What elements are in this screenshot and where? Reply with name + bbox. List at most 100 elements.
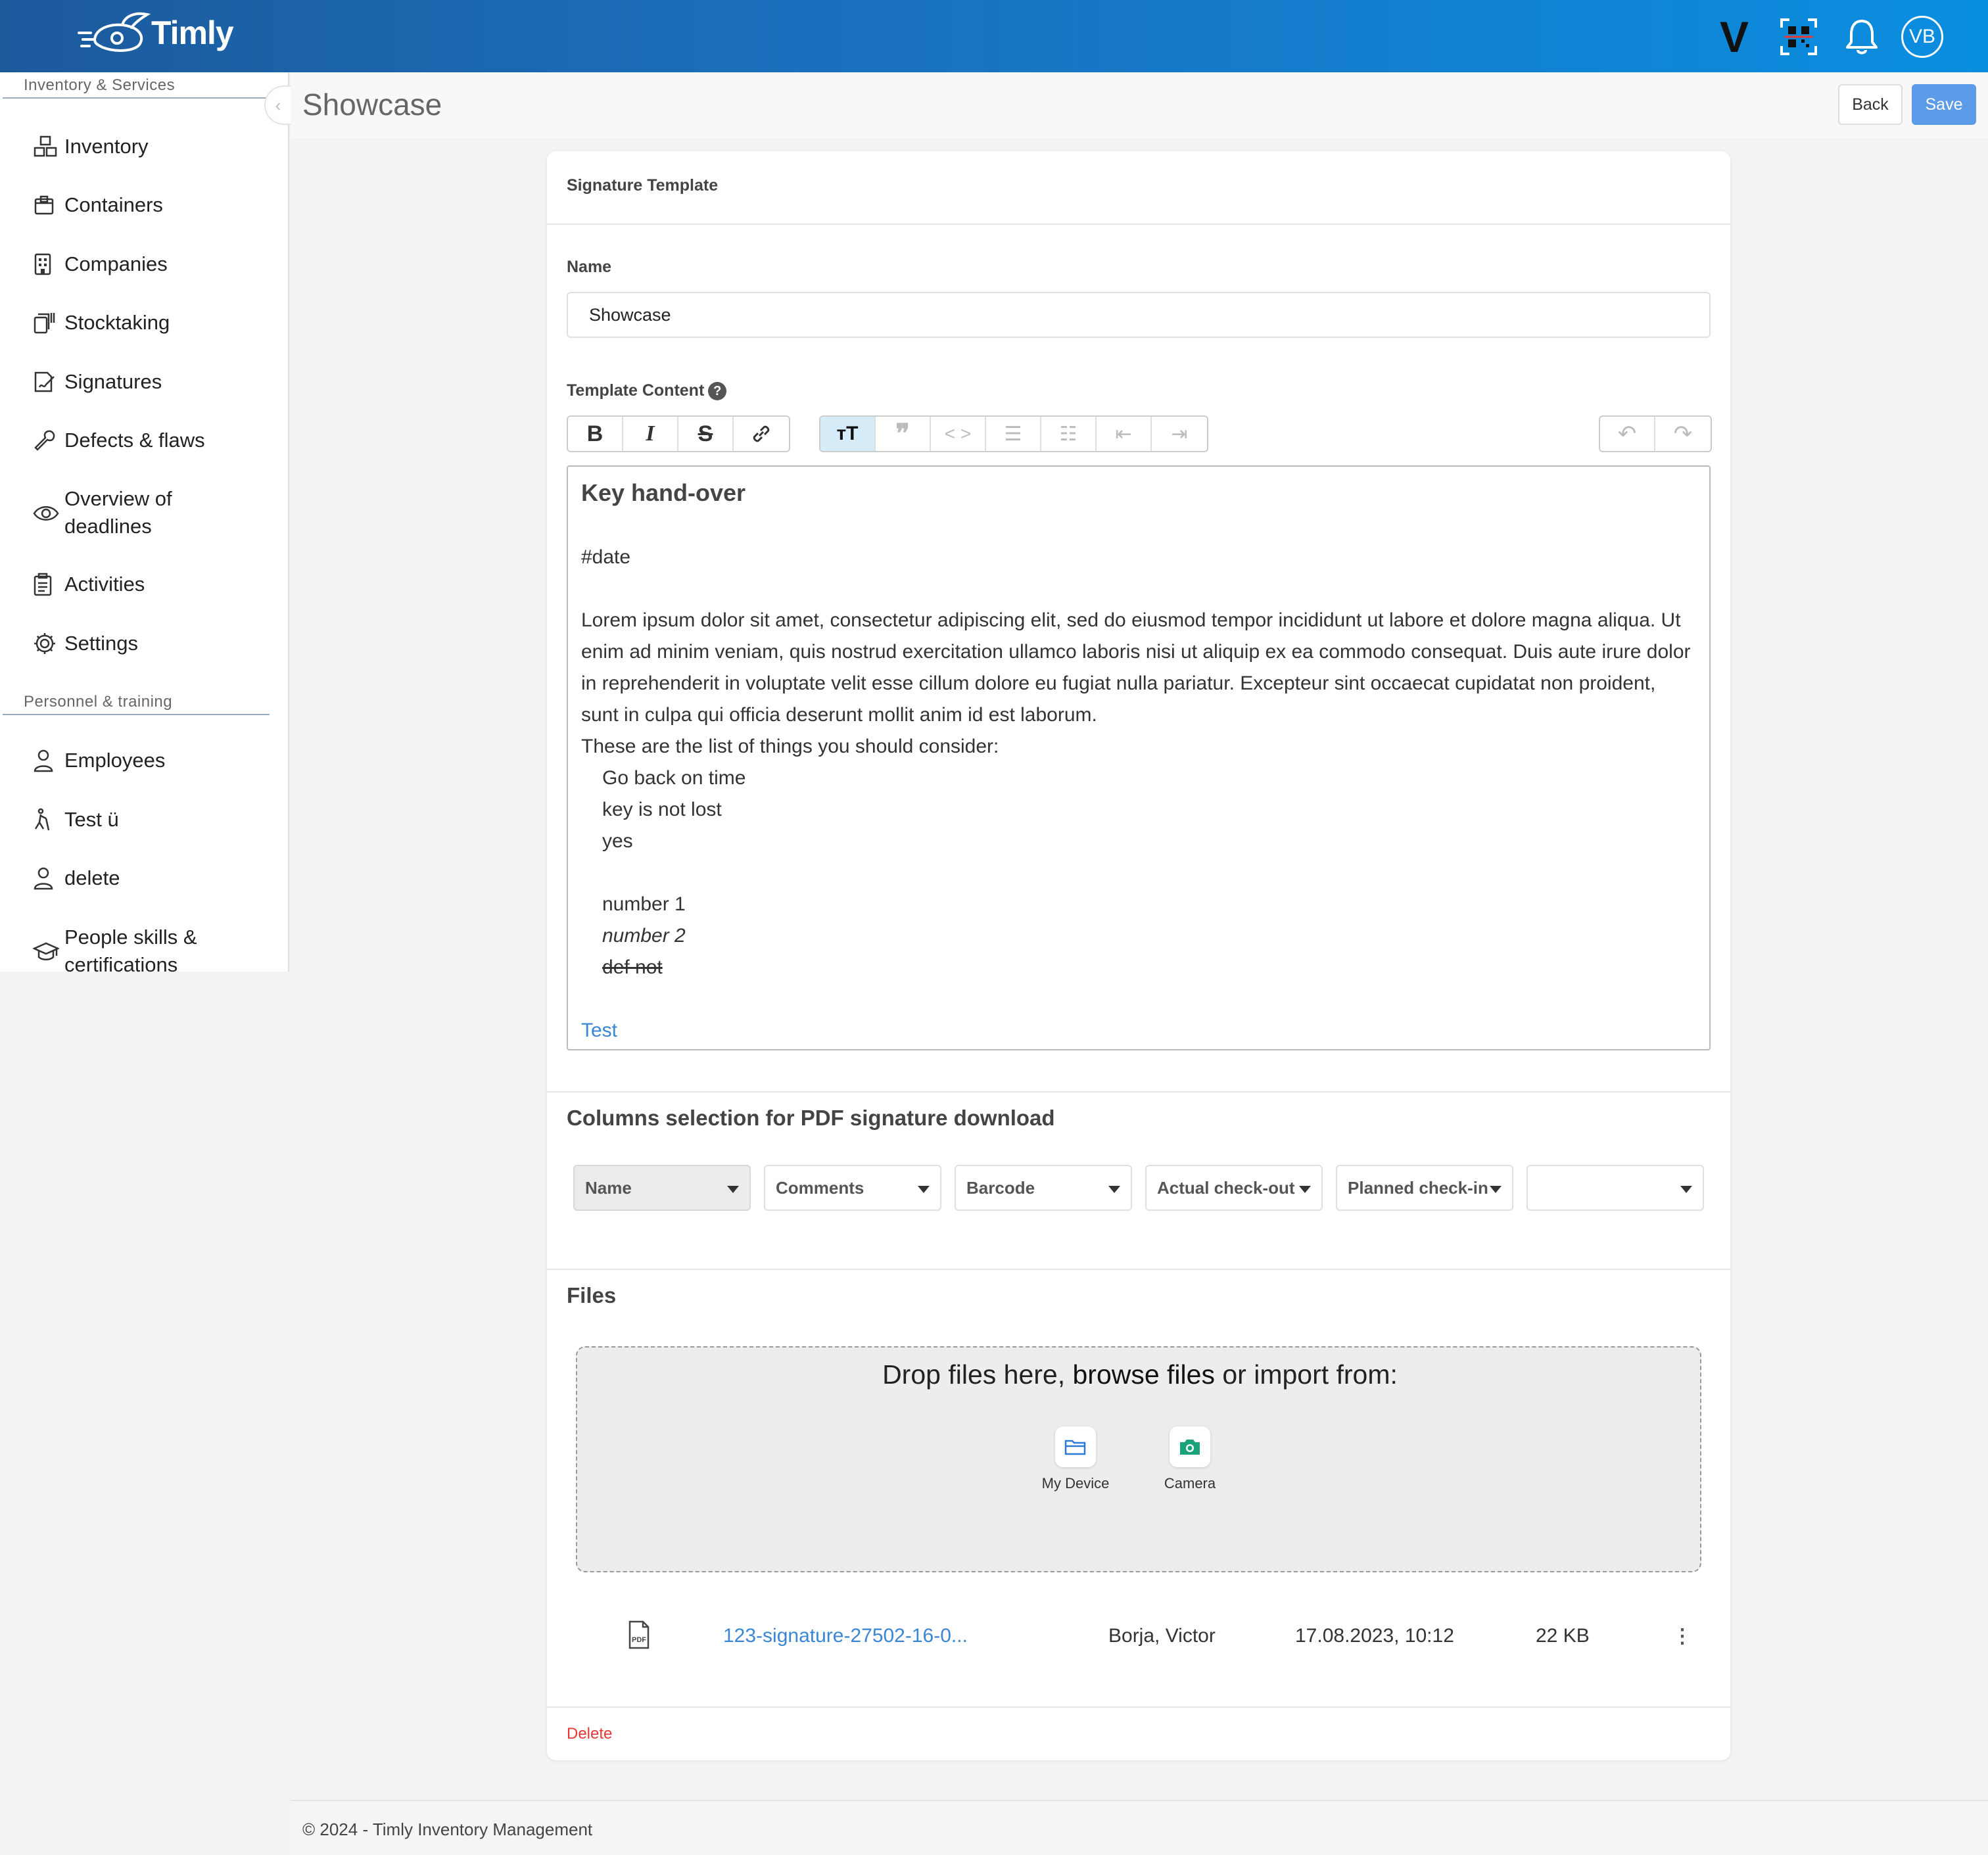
column-select-value: Barcode [966, 1178, 1035, 1198]
sidebar-item-label: Activities [64, 573, 145, 596]
undo-button[interactable]: ↶ [1600, 417, 1655, 451]
top-navbar: Timly V VB [0, 0, 1988, 72]
footer: © 2024 - Timly Inventory Management [291, 1800, 1988, 1855]
sidebar-item-employees[interactable]: Employees [33, 747, 276, 774]
column-select-3[interactable]: Barcode [955, 1165, 1132, 1211]
column-select-6[interactable] [1526, 1165, 1704, 1211]
sidebar-item-label: Containers [64, 193, 163, 216]
name-label: Name [567, 258, 612, 276]
editor-paragraph: Lorem ipsum dolor sit amet, consectetur … [581, 609, 1691, 726]
code-icon: < > [944, 423, 972, 444]
avatar-initials: VB [1901, 16, 1943, 58]
column-select-5[interactable]: Planned check-in [1336, 1165, 1513, 1211]
column-select-1[interactable]: Name [573, 1165, 751, 1211]
dropzone-text: Drop files here, browse files or import … [577, 1359, 1703, 1390]
import-my-device[interactable]: My Device [1036, 1426, 1115, 1492]
column-select-4[interactable]: Actual check-out [1145, 1165, 1323, 1211]
column-select-value: Actual check-out [1157, 1178, 1295, 1198]
italic-button[interactable]: I [623, 417, 678, 451]
wrench-icon [33, 427, 62, 454]
page-header: Showcase Back Save [291, 72, 1988, 138]
sidebar-item-label: Signatures [64, 370, 162, 393]
bell-icon[interactable] [1837, 12, 1887, 62]
column-select-2[interactable]: Comments [764, 1165, 941, 1211]
list-item: yes [602, 830, 633, 852]
sidebar-item-label: Stocktaking [64, 311, 170, 334]
browse-files-link[interactable]: browse files [1072, 1359, 1214, 1390]
sidebar-item-deadlines[interactable]: Overview of deadlines [33, 485, 276, 540]
more-options-icon[interactable]: ⋮ [1672, 1625, 1692, 1648]
outdent-button[interactable]: ⇤ [1097, 417, 1152, 451]
redo-button[interactable]: ↷ [1655, 417, 1711, 451]
signature-icon [33, 368, 62, 396]
person-walking-icon [33, 806, 62, 834]
sidebar-item-label: Inventory [64, 135, 149, 158]
card-divider [547, 1091, 1730, 1092]
history-toolbar: ↶ ↷ [1599, 415, 1712, 452]
code-button[interactable]: < > [931, 417, 986, 451]
sidebar-item-skills[interactable]: People skills & certifications [33, 924, 276, 979]
timly-logo[interactable]: Timly [76, 7, 234, 59]
sidebar-item-inventory[interactable]: Inventory [33, 133, 276, 160]
sidebar-item-stocktaking[interactable]: Stocktaking [33, 309, 276, 337]
file-dropzone[interactable]: Drop files here, browse files or import … [576, 1346, 1701, 1572]
eye-icon [33, 500, 62, 527]
heading-button[interactable]: ᴛT [820, 417, 876, 451]
bullet-list-button[interactable]: ☰ [986, 417, 1041, 451]
link-button[interactable] [734, 417, 789, 451]
name-input[interactable]: Showcase [567, 292, 1711, 338]
file-name-link[interactable]: 123-signature-27502-16-0... [723, 1625, 968, 1647]
sidebar-item-label: delete [64, 866, 120, 889]
format-toolbar-block: ᴛT ❞ < > ☰ ☷ ⇤ ⇥ [819, 415, 1208, 452]
footer-copyright: © 2024 - Timly Inventory Management [302, 1820, 593, 1839]
indent-button[interactable]: ⇥ [1152, 417, 1207, 451]
numbered-list-button[interactable]: ☷ [1041, 417, 1097, 451]
sidebar: Inventory & Services ‹ Inventory Contain… [0, 72, 291, 976]
import-camera[interactable]: Camera [1150, 1426, 1229, 1492]
list-item-italic: number 2 [602, 925, 686, 947]
save-button[interactable]: Save [1912, 84, 1976, 125]
sidebar-item-label: Companies [64, 252, 168, 275]
collapse-sidebar-button[interactable]: ‹ [264, 85, 291, 125]
caret-down-icon [1108, 1186, 1120, 1193]
sidebar-item-delete[interactable]: delete [33, 864, 276, 892]
help-icon[interactable]: ? [708, 382, 727, 401]
dropzone-text-before: Drop files here, [882, 1359, 1073, 1390]
sidebar-item-label: Settings [64, 632, 139, 655]
sidebar-item-activities[interactable]: Activities [33, 571, 276, 598]
template-content-editor[interactable]: Key hand-over #date Lorem ipsum dolor si… [567, 465, 1711, 1050]
chevron-left-icon: ‹ [275, 95, 281, 115]
editor-link[interactable]: Test [581, 1015, 1696, 1046]
file-size: 22 KB [1536, 1625, 1590, 1647]
list-item: Go back on time [602, 767, 746, 789]
quote-button[interactable]: ❞ [876, 417, 931, 451]
bullet-list-icon: ☰ [1004, 423, 1022, 445]
strikethrough-icon: S [698, 421, 713, 446]
sidebar-item-defects[interactable]: Defects & flaws [33, 427, 276, 454]
camera-icon [1170, 1426, 1210, 1467]
file-owner: Borja, Victor [1108, 1625, 1216, 1647]
dropzone-text-after: or import from: [1214, 1359, 1398, 1390]
bold-icon: B [586, 421, 604, 446]
sidebar-divider [3, 714, 270, 715]
sidebar-item-test[interactable]: Test ü [33, 806, 276, 834]
sidebar-item-signatures[interactable]: Signatures [33, 368, 276, 396]
column-select-value: Name [585, 1178, 632, 1198]
qr-scan-icon[interactable] [1774, 12, 1824, 62]
bold-button[interactable]: B [568, 417, 623, 451]
back-button[interactable]: Back [1838, 84, 1903, 125]
link-icon [753, 425, 770, 442]
file-row[interactable]: PDF 123-signature-27502-16-0... Borja, V… [547, 1616, 1730, 1662]
template-content-label: Template Content? [567, 381, 727, 401]
list-item-strikethrough: def not [602, 956, 663, 978]
v-brand-mark[interactable]: V [1709, 12, 1759, 62]
sidebar-item-containers[interactable]: Containers [33, 191, 276, 219]
page-title: Showcase [302, 87, 442, 122]
sidebar-item-companies[interactable]: Companies [33, 250, 276, 278]
file-date: 17.08.2023, 10:12 [1295, 1625, 1454, 1647]
sidebar-item-settings[interactable]: Settings [33, 630, 276, 657]
files-heading: Files [567, 1283, 617, 1307]
user-avatar[interactable]: VB [1897, 12, 1947, 62]
delete-button[interactable]: Delete [567, 1725, 612, 1743]
strikethrough-button[interactable]: S [678, 417, 734, 451]
